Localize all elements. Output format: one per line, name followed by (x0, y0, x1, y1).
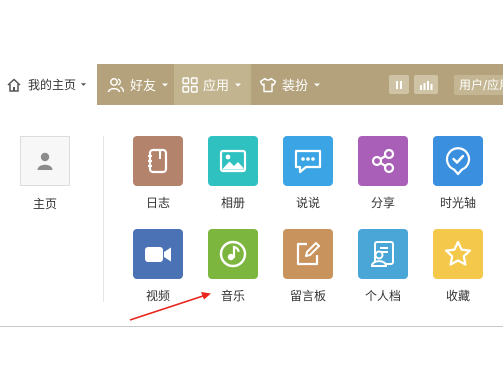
avatar-icon (37, 152, 53, 170)
nav-dress-up[interactable]: 装扮 (253, 64, 331, 105)
app-tile[interactable] (433, 229, 483, 279)
app-profile[interactable]: 个人档 (356, 229, 410, 309)
app-music[interactable]: 音乐 (206, 229, 260, 309)
nav-apps-label: 应用 (203, 79, 230, 94)
nav-friends[interactable]: 好友 (103, 64, 173, 105)
app-label: 收藏 (445, 289, 470, 303)
app-message-board[interactable]: 留言板 (281, 229, 335, 309)
home-icon (7, 77, 21, 92)
pause-icon (396, 80, 402, 89)
equalizer-icon (420, 80, 433, 90)
app-tile[interactable] (433, 136, 483, 186)
profile-card-icon (370, 241, 394, 267)
app-label: 时光轴 (439, 196, 476, 210)
equalizer-button[interactable] (414, 75, 438, 94)
app-label: 分享 (370, 196, 395, 210)
chevron-down-icon (314, 83, 321, 86)
app-tile[interactable] (358, 136, 408, 186)
search-input[interactable]: 用户/应用 (454, 75, 503, 95)
app-timeline[interactable]: 时光轴 (431, 136, 485, 216)
nav-friends-label: 好友 (130, 79, 157, 94)
picture-icon (219, 149, 247, 173)
music-icon (219, 240, 247, 268)
tshirt-icon (259, 77, 277, 92)
profile-home-label[interactable]: 主页 (20, 195, 70, 212)
app-favorites[interactable]: 收藏 (431, 229, 485, 309)
profile-home-tile[interactable] (20, 136, 70, 186)
app-label: 留言板 (289, 289, 326, 303)
app-diary[interactable]: 日志 (131, 136, 185, 216)
app-tile[interactable] (283, 229, 333, 279)
app-tile[interactable] (133, 136, 183, 186)
app-share[interactable]: 分享 (356, 136, 410, 216)
app-video[interactable]: 视频 (131, 229, 185, 309)
app-label: 音乐 (220, 289, 245, 303)
app-album[interactable]: 相册 (206, 136, 260, 216)
app-shuoshuo[interactable]: 说说 (281, 136, 335, 216)
bottom-divider (0, 326, 503, 327)
nav-apps[interactable]: 应用 (174, 64, 251, 105)
timeline-icon (445, 147, 471, 176)
app-tile[interactable] (358, 229, 408, 279)
app-tile[interactable] (208, 229, 258, 279)
top-navbar: 我的主页 好友 应用 装扮 用户/应 (0, 64, 503, 105)
app-label: 个人档 (364, 289, 401, 303)
chevron-down-icon (235, 83, 242, 86)
app-tile[interactable] (283, 136, 333, 186)
apps-grid-icon (182, 76, 198, 93)
chat-bubble-icon (294, 149, 322, 174)
app-tile[interactable] (133, 229, 183, 279)
nav-my-home-label: 我的主页 (28, 78, 77, 92)
message-board-icon (296, 242, 320, 266)
app-tile[interactable] (208, 136, 258, 186)
nav-my-home[interactable]: 我的主页 (0, 64, 97, 105)
app-label: 视频 (145, 289, 170, 303)
star-icon (445, 240, 471, 266)
vertical-divider (103, 136, 104, 302)
friends-icon (107, 77, 125, 92)
pause-button[interactable] (389, 75, 409, 94)
chevron-down-icon (162, 83, 169, 86)
nav-dress-up-label: 装扮 (282, 79, 309, 94)
app-label: 说说 (295, 196, 320, 210)
app-label: 日志 (145, 196, 170, 210)
app-label: 相册 (220, 196, 245, 210)
video-camera-icon (145, 247, 171, 262)
share-icon (371, 148, 395, 174)
chevron-down-icon (80, 83, 87, 86)
notebook-icon (148, 148, 168, 174)
